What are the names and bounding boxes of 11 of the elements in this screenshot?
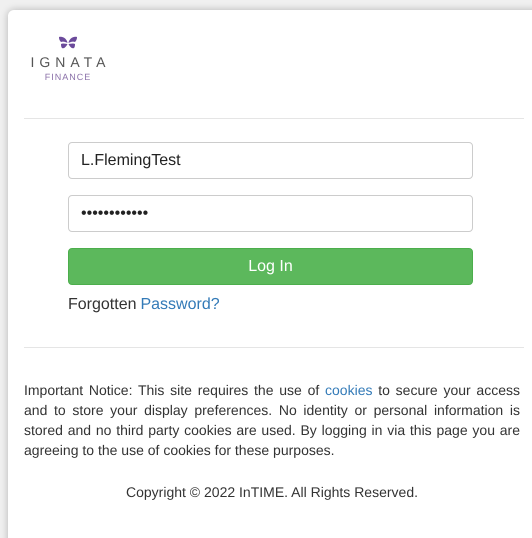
notice-text: Important Notice: This site requires the use of cookies to secure your access and to store your display preferences. No identity or personal information is stored and no third party cookies are used. By logging in via this page you are agreeing to the use of cookies for these purposes. bbox=[24, 381, 520, 460]
logo-subtitle: FINANCE bbox=[44, 72, 92, 82]
login-button[interactable]: Log In bbox=[68, 248, 473, 285]
password-link[interactable]: Password? bbox=[140, 296, 220, 314]
butterfly-icon bbox=[58, 36, 78, 50]
forgotten-label: Forgotten bbox=[68, 296, 136, 314]
copyright-text: Copyright © 2022 InTIME. All Rights Reserved. bbox=[125, 484, 419, 500]
password-field[interactable]: •••••••••••• bbox=[68, 195, 473, 232]
logo-name: IGNATA bbox=[30, 54, 111, 70]
cookies-link[interactable]: cookies bbox=[325, 382, 372, 398]
username-field[interactable]: L.FlemingTest bbox=[68, 142, 473, 179]
